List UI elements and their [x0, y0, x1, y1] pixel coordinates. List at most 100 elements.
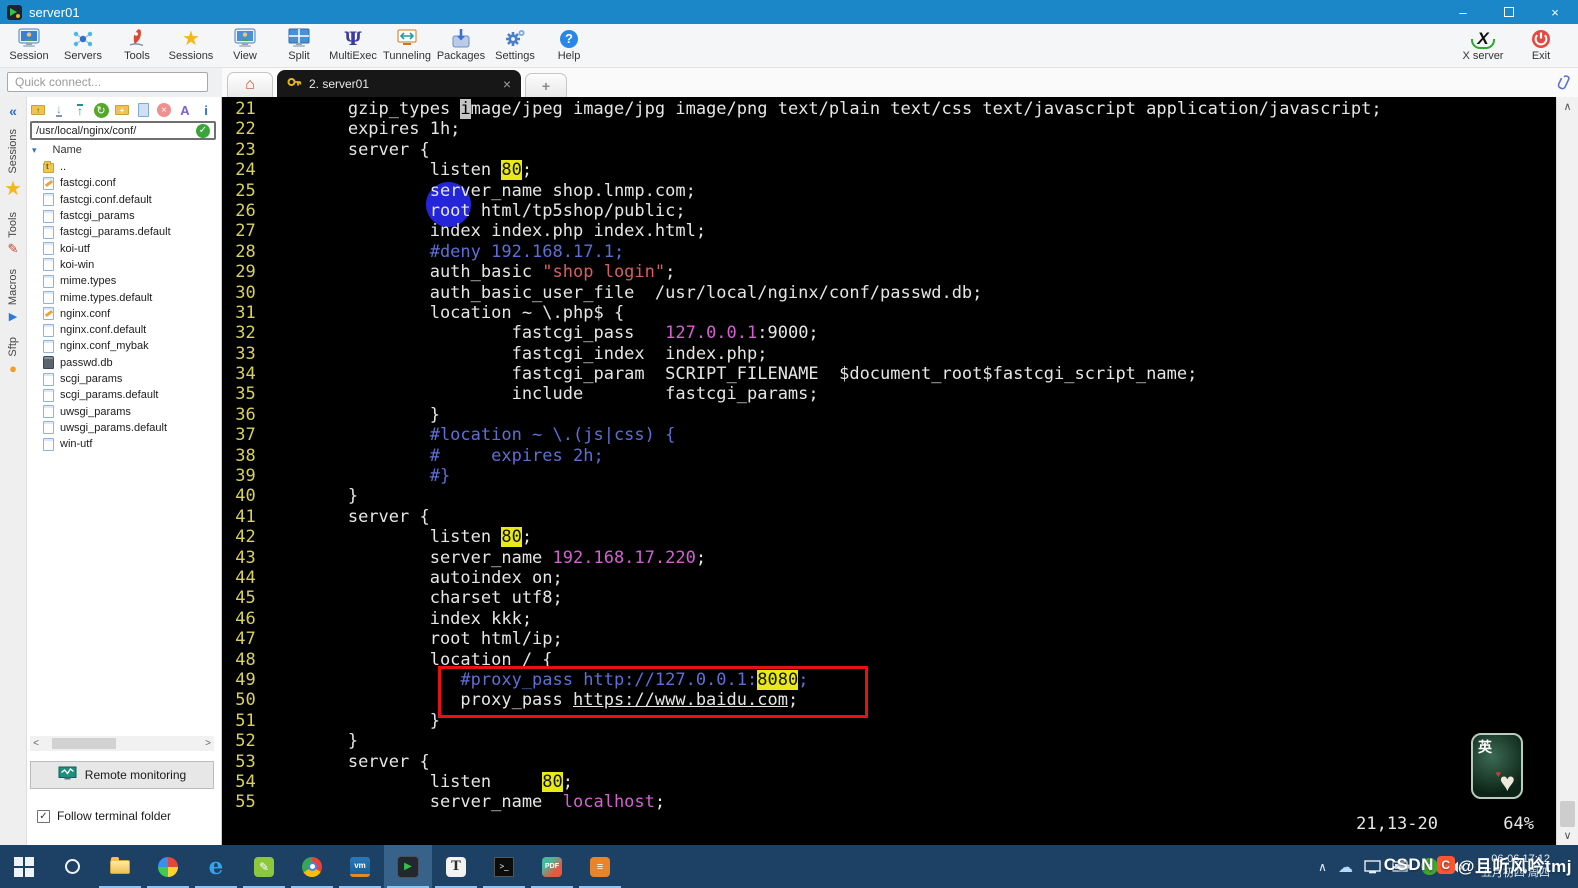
folder-up-icon: [43, 161, 54, 174]
file-row[interactable]: scgi_params: [28, 371, 218, 387]
file-row[interactable]: mime.types: [28, 273, 218, 289]
scroll-right-icon[interactable]: >: [202, 738, 214, 749]
main-toolbar: Session Servers Tools ★ Sessions View Split Ψ Mu…: [0, 24, 1578, 68]
sidebar-tab-sftp[interactable]: Sftp ●: [4, 337, 22, 376]
toolbar-item-settings[interactable]: Settings: [488, 24, 542, 67]
maximize-button[interactable]: [1486, 0, 1532, 24]
taskbar-app-chrome[interactable]: [288, 845, 336, 888]
file-row[interactable]: scgi_params.default: [28, 387, 218, 403]
taskbar-app-vmware[interactable]: vm: [336, 845, 384, 888]
file-row[interactable]: fastcgi.conf.default: [28, 192, 218, 208]
scroll-up-icon[interactable]: ∧: [1557, 100, 1578, 113]
taskbar-app-typora[interactable]: T: [432, 845, 480, 888]
code-line-48: 48 location / {: [225, 649, 553, 670]
taskbar-app-foxit-pdf[interactable]: PDF: [528, 845, 576, 888]
ime-indicator[interactable]: 英 ♥ ♥: [1471, 733, 1523, 799]
code-line-28: 28 #deny 192.168.17.1;: [225, 241, 625, 262]
terminal-scrollbar-thumb[interactable]: [1560, 801, 1575, 827]
download-icon[interactable]: ↓: [50, 102, 68, 119]
toolbar-item-tunneling[interactable]: Tunneling: [380, 24, 434, 67]
code-line-34: 34 fastcgi_param SCRIPT_FILENAME $docume…: [225, 364, 1198, 385]
sidebar-tab-macros[interactable]: Macros ▶: [4, 269, 22, 324]
path-field[interactable]: /usr/local/nginx/conf/ ✓: [30, 121, 216, 140]
delete-icon[interactable]: ×: [155, 102, 173, 119]
toolbar-item-sessions[interactable]: ★ Sessions: [164, 24, 218, 67]
follow-terminal-folder[interactable]: ✓ Follow terminal folder: [37, 809, 171, 823]
scroll-down-icon[interactable]: ∨: [1557, 829, 1578, 842]
file-row[interactable]: fastcgi_params.default: [28, 224, 218, 240]
xserver-icon: X: [1471, 27, 1496, 50]
taskbar-app-orange-app[interactable]: ≡: [576, 845, 624, 888]
home-icon: ⌂: [245, 76, 255, 93]
terminal[interactable]: 21 gzip_types image/jpeg image/jpg image…: [222, 97, 1556, 845]
tab-server01[interactable]: 2. server01 ×: [277, 70, 521, 97]
file-row[interactable]: win-utf: [28, 436, 218, 452]
monitor-icon: [58, 766, 77, 784]
follow-checkbox[interactable]: ✓: [37, 809, 50, 823]
taskbar-app-notepadpp[interactable]: ✎: [240, 845, 288, 888]
file-row[interactable]: nginx.conf: [28, 306, 218, 322]
taskbar-app-cmd[interactable]: >_: [480, 845, 528, 888]
terminal-tab-bar: ⌂ 2. server01 × +: [222, 68, 1578, 97]
star-icon: ★: [182, 27, 200, 50]
toolbar-item-multiexec[interactable]: Ψ MultiExec: [326, 24, 380, 67]
tab-home[interactable]: ⌂: [227, 72, 273, 97]
tab-close-icon[interactable]: ×: [503, 76, 511, 92]
code-line-53: 53 server {: [225, 751, 430, 772]
terminal-scrollbar[interactable]: ∧ ∨: [1556, 97, 1578, 845]
new-tab-button[interactable]: +: [525, 73, 567, 97]
sidebar-tab-tools[interactable]: Tools ✎: [4, 212, 22, 257]
chevron-up-icon[interactable]: ∧: [1318, 860, 1327, 874]
remote-monitoring-button[interactable]: Remote monitoring: [30, 761, 214, 789]
file-row[interactable]: nginx.conf.default: [28, 322, 218, 338]
paperclip-icon[interactable]: [1552, 71, 1575, 98]
new-file-icon[interactable]: [134, 102, 152, 119]
toolbar-item-x-server[interactable]: XX server: [1454, 24, 1512, 67]
file-row[interactable]: uwsgi_params: [28, 403, 218, 419]
refresh-icon[interactable]: ↻: [92, 102, 110, 119]
toolbar-item-exit[interactable]: Exit: [1512, 24, 1570, 67]
toolbar-item-tools[interactable]: Tools: [110, 24, 164, 67]
quick-connect-input[interactable]: [7, 72, 208, 92]
folder-up-icon[interactable]: ↑: [29, 102, 47, 119]
file-row[interactable]: ..: [28, 159, 218, 175]
taskbar-app-explorer[interactable]: [96, 845, 144, 888]
cloud-icon[interactable]: ☁: [1338, 858, 1353, 876]
toolbar-item-packages[interactable]: Packages: [434, 24, 488, 67]
file-row[interactable]: fastcgi.conf: [28, 175, 218, 191]
scroll-left-icon[interactable]: <: [30, 738, 42, 749]
taskbar-app-start[interactable]: [0, 845, 48, 888]
file-row[interactable]: koi-utf: [28, 240, 218, 256]
taskbar-app-mobaxterm[interactable]: ▶: [384, 845, 432, 888]
toolbar-item-help[interactable]: ? Help: [542, 24, 596, 67]
new-folder-icon[interactable]: +: [113, 102, 131, 119]
sftp-horizontal-scrollbar[interactable]: < >: [30, 736, 214, 751]
minimize-button[interactable]: –: [1440, 0, 1486, 24]
file-list-header[interactable]: ▾ Name: [28, 140, 218, 159]
toolbar-item-session[interactable]: Session: [2, 24, 56, 67]
file-row[interactable]: koi-win: [28, 257, 218, 273]
info-icon[interactable]: i: [197, 102, 215, 119]
code-line-21: 21 gzip_types image/jpeg image/jpg image…: [225, 99, 1382, 119]
file-row[interactable]: mime.types.default: [28, 289, 218, 305]
sidebar-collapse-button[interactable]: «: [9, 103, 17, 119]
toolbar-item-label: Settings: [495, 50, 535, 62]
display-icon[interactable]: [1364, 859, 1381, 874]
taskbar-app-cortana[interactable]: [48, 845, 96, 888]
toolbar-item-view[interactable]: View: [218, 24, 272, 67]
taskbar-app-edge[interactable]: e: [192, 845, 240, 888]
file-name: koi-utf: [60, 242, 90, 255]
toolbar-item-split[interactable]: Split: [272, 24, 326, 67]
scrollbar-thumb[interactable]: [52, 738, 116, 749]
rename-icon[interactable]: A: [176, 102, 194, 119]
sidebar-tab-sessions[interactable]: Sessions ★: [4, 129, 22, 199]
toolbar-item-servers[interactable]: Servers: [56, 24, 110, 67]
file-icon: [43, 193, 54, 207]
upload-icon[interactable]: ↑: [71, 102, 89, 119]
file-row[interactable]: nginx.conf_mybak: [28, 338, 218, 354]
file-row[interactable]: passwd.db: [28, 355, 218, 371]
file-row[interactable]: uwsgi_params.default: [28, 420, 218, 436]
close-button[interactable]: ×: [1532, 0, 1578, 24]
taskbar-app-browser-360[interactable]: [144, 845, 192, 888]
file-row[interactable]: fastcgi_params: [28, 208, 218, 224]
